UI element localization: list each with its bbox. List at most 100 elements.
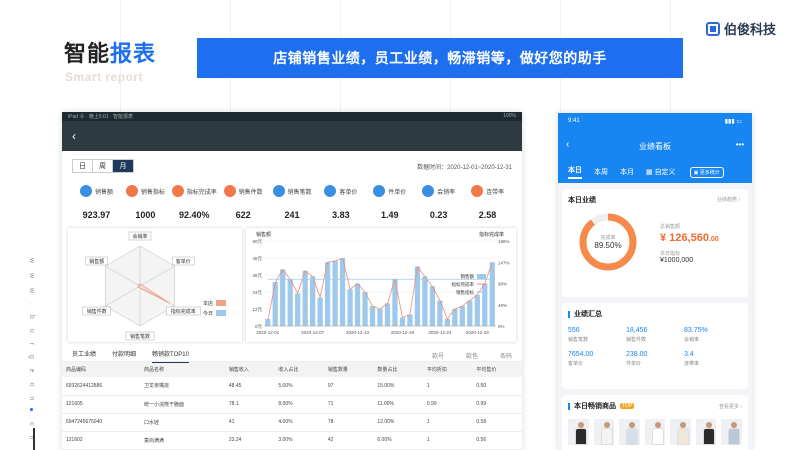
table-header-row: 商品编码 商品名称 销售收入 收入占比 销售数量 数量占比 平均折扣 平均售价	[62, 362, 522, 377]
rate-label: 完成率	[600, 235, 616, 241]
model-shirt	[728, 428, 741, 445]
rate-value: 89.50%	[594, 241, 622, 250]
sales-bar	[287, 279, 293, 326]
product-thumbnail[interactable]	[568, 419, 589, 445]
kpi-label-text: 会销率	[437, 189, 456, 196]
slide-subtitle: Smart report	[65, 70, 144, 84]
kpi-value: 92.40%	[178, 210, 210, 220]
sales-bar	[429, 286, 436, 326]
table-tab-1[interactable]: 付款明细	[112, 349, 136, 362]
column-header: 商品编码	[62, 362, 141, 377]
more-icon[interactable]: •••	[736, 140, 744, 149]
summary-cell: 7654.00 客单价	[568, 351, 626, 367]
table-right-tab-1[interactable]: 款色	[466, 351, 478, 360]
table-right-tab-2[interactable]: 条码	[500, 351, 512, 360]
sales-bar	[362, 292, 368, 326]
table-row[interactable]: 6947245675040 口水娃 41 4.00% 78 12.00% 1 0.58	[62, 413, 522, 432]
kpi-label: 销售指标	[125, 185, 165, 197]
radar-axis-label: 销售件数	[82, 306, 111, 316]
period-tab-2[interactable]: 月	[113, 160, 133, 172]
table-row[interactable]: 121602 童尚满满 23.24 3.00% 42 6.00% 1 0.56	[62, 431, 522, 450]
sales-bar	[280, 269, 286, 326]
column-header: 收入占比	[274, 362, 324, 377]
kpi-item: 销售件数 622	[219, 185, 268, 220]
table-cell: 口水娃	[140, 413, 225, 432]
trend-link[interactable]: 业绩趋势 ›	[717, 196, 740, 203]
table-cell: 0.58	[472, 413, 522, 432]
summary-cell: 83.75% 会销率	[684, 327, 742, 343]
y2-tick-label: 98%	[498, 282, 507, 287]
total-sales-value: ¥ 126,560.00	[660, 232, 719, 244]
y2-tick-label: 147%	[498, 260, 510, 265]
y-axis-title: 销售额	[256, 231, 271, 238]
product-thumbnail[interactable]	[721, 419, 743, 445]
column-header: 数量占比	[373, 362, 423, 377]
product-thumbnail[interactable]	[670, 419, 691, 445]
person-icon	[324, 185, 337, 197]
summary-value: 18,456	[626, 327, 648, 334]
summary-grid: 556 销售笔数 18,456 销售件数 83.75% 会销率 7654.00 客单价 238.…	[568, 327, 742, 367]
phone-tab-2[interactable]: 本月	[620, 167, 634, 177]
phone-period-tabs: 本日 本周 本月 ▦ 自定义 ▣ 更多统计	[568, 165, 752, 179]
model-shirt	[626, 428, 639, 445]
model-shirt	[575, 428, 587, 445]
table-tab-0[interactable]: 员工业绩	[72, 349, 96, 362]
sales-bar	[384, 303, 391, 326]
radar-axis-label: 会销率	[128, 231, 152, 241]
sales-bar	[377, 309, 383, 326]
radar-axis-label: 销售额	[85, 256, 108, 266]
product-thumbnail[interactable]	[619, 419, 640, 445]
table-right-tabs: 款号 款色 条码	[432, 351, 512, 360]
sales-bar	[407, 314, 413, 326]
table-cell: 童尚满满	[140, 431, 225, 450]
phone-tab-1[interactable]: 本周	[594, 167, 608, 177]
brand-name: 伯俊科技	[723, 22, 776, 37]
kpi-value: 923.97	[82, 210, 111, 220]
sales-bar	[482, 283, 488, 326]
product-thumbnail[interactable]	[695, 419, 717, 445]
kpi-value: 1.49	[381, 210, 399, 220]
tablet-status-bar: iPad 令 · 晚上5:01 · 智能报表 100%	[62, 112, 522, 121]
table-cell: 0.56	[472, 431, 522, 450]
sales-chart-card: 销售额 指标完成率 0元 12元 24元 36元 48元 60元 0% 49% 98% 147% 196…	[246, 228, 516, 342]
product-thumbnail[interactable]	[644, 419, 666, 445]
target-label: 本日指标	[660, 251, 681, 257]
back-icon[interactable]: ‹	[72, 129, 76, 143]
table-cell: 统一小浣熊干脆面	[140, 395, 225, 414]
summary-label: 销售笔数	[568, 337, 589, 343]
phone-tab-0[interactable]: 本日	[568, 165, 582, 179]
summary-label: 客单价	[568, 361, 584, 367]
custom-tab[interactable]: ▦ 自定义	[646, 167, 676, 177]
table-cell: 23.24	[224, 431, 275, 450]
model-shirt	[677, 428, 690, 445]
section-marker-icon	[568, 402, 570, 410]
model-shirt	[651, 428, 664, 445]
y2-tick-label: 196%	[498, 239, 510, 244]
radar-axis-label-text: 销售件数	[87, 308, 107, 315]
table-cell: 15.00%	[373, 377, 423, 396]
table-row[interactable]: 6932624412886 卫龙亲嘴烧 48.45 5.00% 97 15.00% 1 0.5…	[62, 377, 522, 396]
table-tab-2[interactable]: 畅销款TOP10	[152, 349, 189, 363]
kpi-item: 连带率 2.58	[463, 185, 512, 220]
table-row[interactable]: 121605 统一小浣熊干脆面 78.1 8.00% 71 11.00% 0.99 0.99	[62, 395, 522, 414]
phone-title: 业绩看板	[639, 142, 671, 151]
table-right-tab-0[interactable]: 款号	[432, 351, 444, 360]
view-more-link[interactable]: 查看更多 ›	[719, 403, 742, 410]
summary-value: 83.75%	[684, 327, 708, 334]
summary-value: 3.4	[684, 351, 694, 358]
x-tick-label: 2020-12-19	[391, 330, 415, 335]
table-cell: 97	[323, 377, 374, 396]
kpi-value: 1000	[135, 210, 156, 220]
radar-legend-label: 本店	[203, 300, 213, 307]
product-thumbnail[interactable]	[593, 419, 615, 445]
period-tab-1[interactable]: 周	[93, 160, 113, 172]
radar-axis-label-text: 销售额	[89, 258, 104, 265]
kpi-value: 2.58	[478, 210, 497, 220]
hot-items-title: 本日畅销商品	[574, 403, 616, 410]
model-shirt	[600, 428, 613, 445]
kpi-label: 件单价	[373, 185, 406, 197]
more-stats-button[interactable]: ▣ 更多统计	[689, 166, 724, 178]
hot-items-card: 本日畅销商品 TOP 查看更多 ›	[562, 395, 748, 450]
y-tick-label: 36元	[252, 273, 262, 279]
period-tab-0[interactable]: 日	[73, 160, 93, 172]
